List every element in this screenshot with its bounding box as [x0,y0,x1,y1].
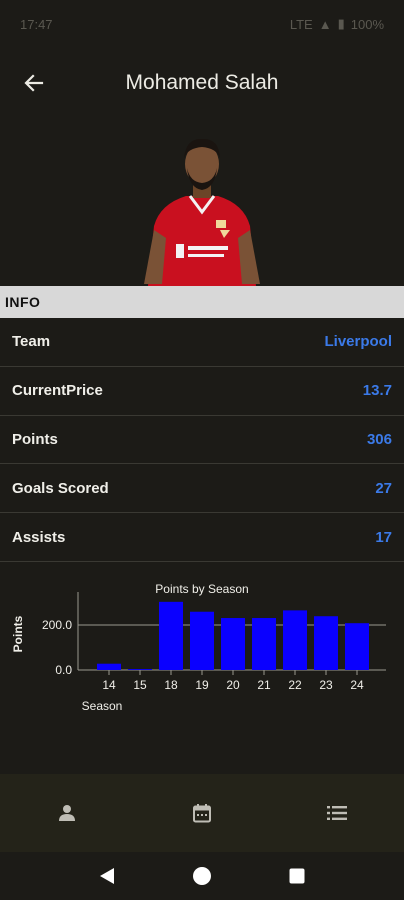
y-tick-label: 0.0 [55,663,72,677]
info-row-current-price: CurrentPrice 13.7 [0,367,404,416]
clock: 17:47 [20,16,53,32]
battery-icon: ▮ [337,16,345,31]
x-tick-label: 21 [257,678,271,692]
square-recents-icon [289,868,305,884]
info-label: Team [12,333,51,351]
triangle-back-icon [100,868,115,884]
system-back-button[interactable] [87,856,127,896]
info-row-points: Points 306 [0,416,404,465]
info-row-goals-scored: Goals Scored 27 [0,464,404,514]
calendar-icon [192,804,211,823]
info-value: 17 [375,528,392,546]
signal-icon: ▲ [318,16,332,32]
arrow-left-icon [24,74,44,92]
chart-bar [221,618,245,670]
nav-list[interactable] [297,783,377,843]
page-title: Mohamed Salah [125,71,279,94]
info-label: Points [12,430,58,448]
player-photo-container [0,118,404,286]
info-value: 27 [375,479,392,497]
info-list: Team Liverpool CurrentPrice 13.7 Points … [0,318,404,562]
battery-level: 100% [350,16,384,32]
points-by-season-chart: Points by Season Points 0.0 200.0 14 15 18 19 20… [11,582,386,713]
chart-bar [314,616,338,670]
chart-bar [345,623,369,670]
chart-bar [97,663,121,670]
info-value: 13.7 [362,382,392,400]
y-tick-label: 200.0 [42,618,72,632]
y-axis-label: Points [11,615,25,652]
nav-calendar[interactable] [162,783,242,843]
circle-home-icon [192,867,211,885]
system-navigation [0,852,404,900]
chart-bar [159,601,183,670]
x-tick-label: 24 [350,678,364,692]
info-section-header: INFO [0,286,404,318]
info-row-team: Team Liverpool [0,318,404,367]
system-home-button[interactable] [182,856,222,896]
x-tick-label: 22 [288,678,302,692]
network-label: LTE [289,16,313,32]
status-bar: 17:47 LTE ▲ ▮ 100% [0,0,404,48]
info-row-assists: Assists 17 [0,513,404,562]
x-axis-label: Season [82,699,123,713]
bottom-navigation [0,774,404,852]
info-label: CurrentPrice [12,382,103,400]
app-bar: Mohamed Salah [0,48,404,118]
chart-bar [252,618,276,670]
list-icon [326,806,347,820]
player-photo [144,138,260,286]
back-button[interactable] [14,63,54,103]
system-recents-button[interactable] [277,856,317,896]
x-tick-label: 15 [133,678,147,692]
x-tick-label: 18 [164,678,178,692]
nav-profile[interactable] [27,783,107,843]
x-tick-label: 19 [195,678,209,692]
info-value: 306 [366,430,392,448]
info-value: Liverpool [324,333,392,351]
points-chart: Points by Season Points 0.0 200.0 14 15 18 19 20… [0,562,404,774]
chart-bar [283,610,307,670]
x-tick-label: 23 [319,678,333,692]
x-tick-label: 20 [226,678,240,692]
chart-bar [128,669,152,670]
person-icon [59,805,76,821]
x-tick-label: 14 [102,678,116,692]
chart-bar [190,611,214,670]
chart-title: Points by Season [155,582,248,596]
info-label: Goals Scored [12,479,109,497]
info-label: Assists [12,528,66,546]
